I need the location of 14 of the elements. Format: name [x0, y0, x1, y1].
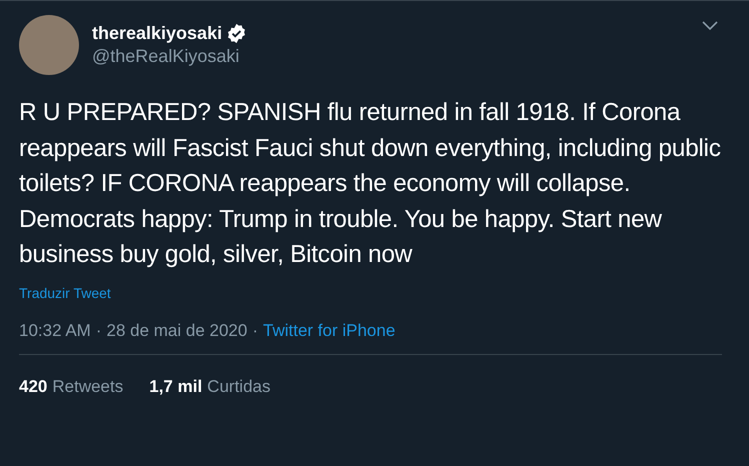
stat-label: Curtidas — [207, 376, 270, 396]
separator-dot: · — [96, 320, 102, 340]
chevron-down-icon[interactable] — [702, 21, 718, 31]
stat-label: Retweets — [52, 376, 124, 396]
translate-link[interactable]: Traduzir Tweet — [19, 284, 111, 300]
user-handle[interactable]: @theRealKiyosaki — [92, 46, 689, 67]
tweet-time: 10:32 AM — [19, 320, 91, 340]
stat-count: 1,7 mil — [149, 376, 202, 396]
display-name[interactable]: therealkiyosaki — [92, 23, 222, 44]
separator-dot: · — [252, 320, 258, 340]
source-link[interactable]: Twitter for iPhone — [263, 320, 396, 340]
stat-count: 420 — [19, 376, 48, 396]
tweet-text: R U PREPARED? SPANISH flu returned in fall 1918. If Corona reappears will Fascist Fauci shut down everything, including public toilets? IF CORONA reappears the economy will collapse. Democrats happy: Trump in trouble. You be happy. Start new business buy gold, silver, Bitcoin now — [19, 98, 722, 270]
tweet-date: 28 de mai de 2020 — [106, 320, 248, 340]
